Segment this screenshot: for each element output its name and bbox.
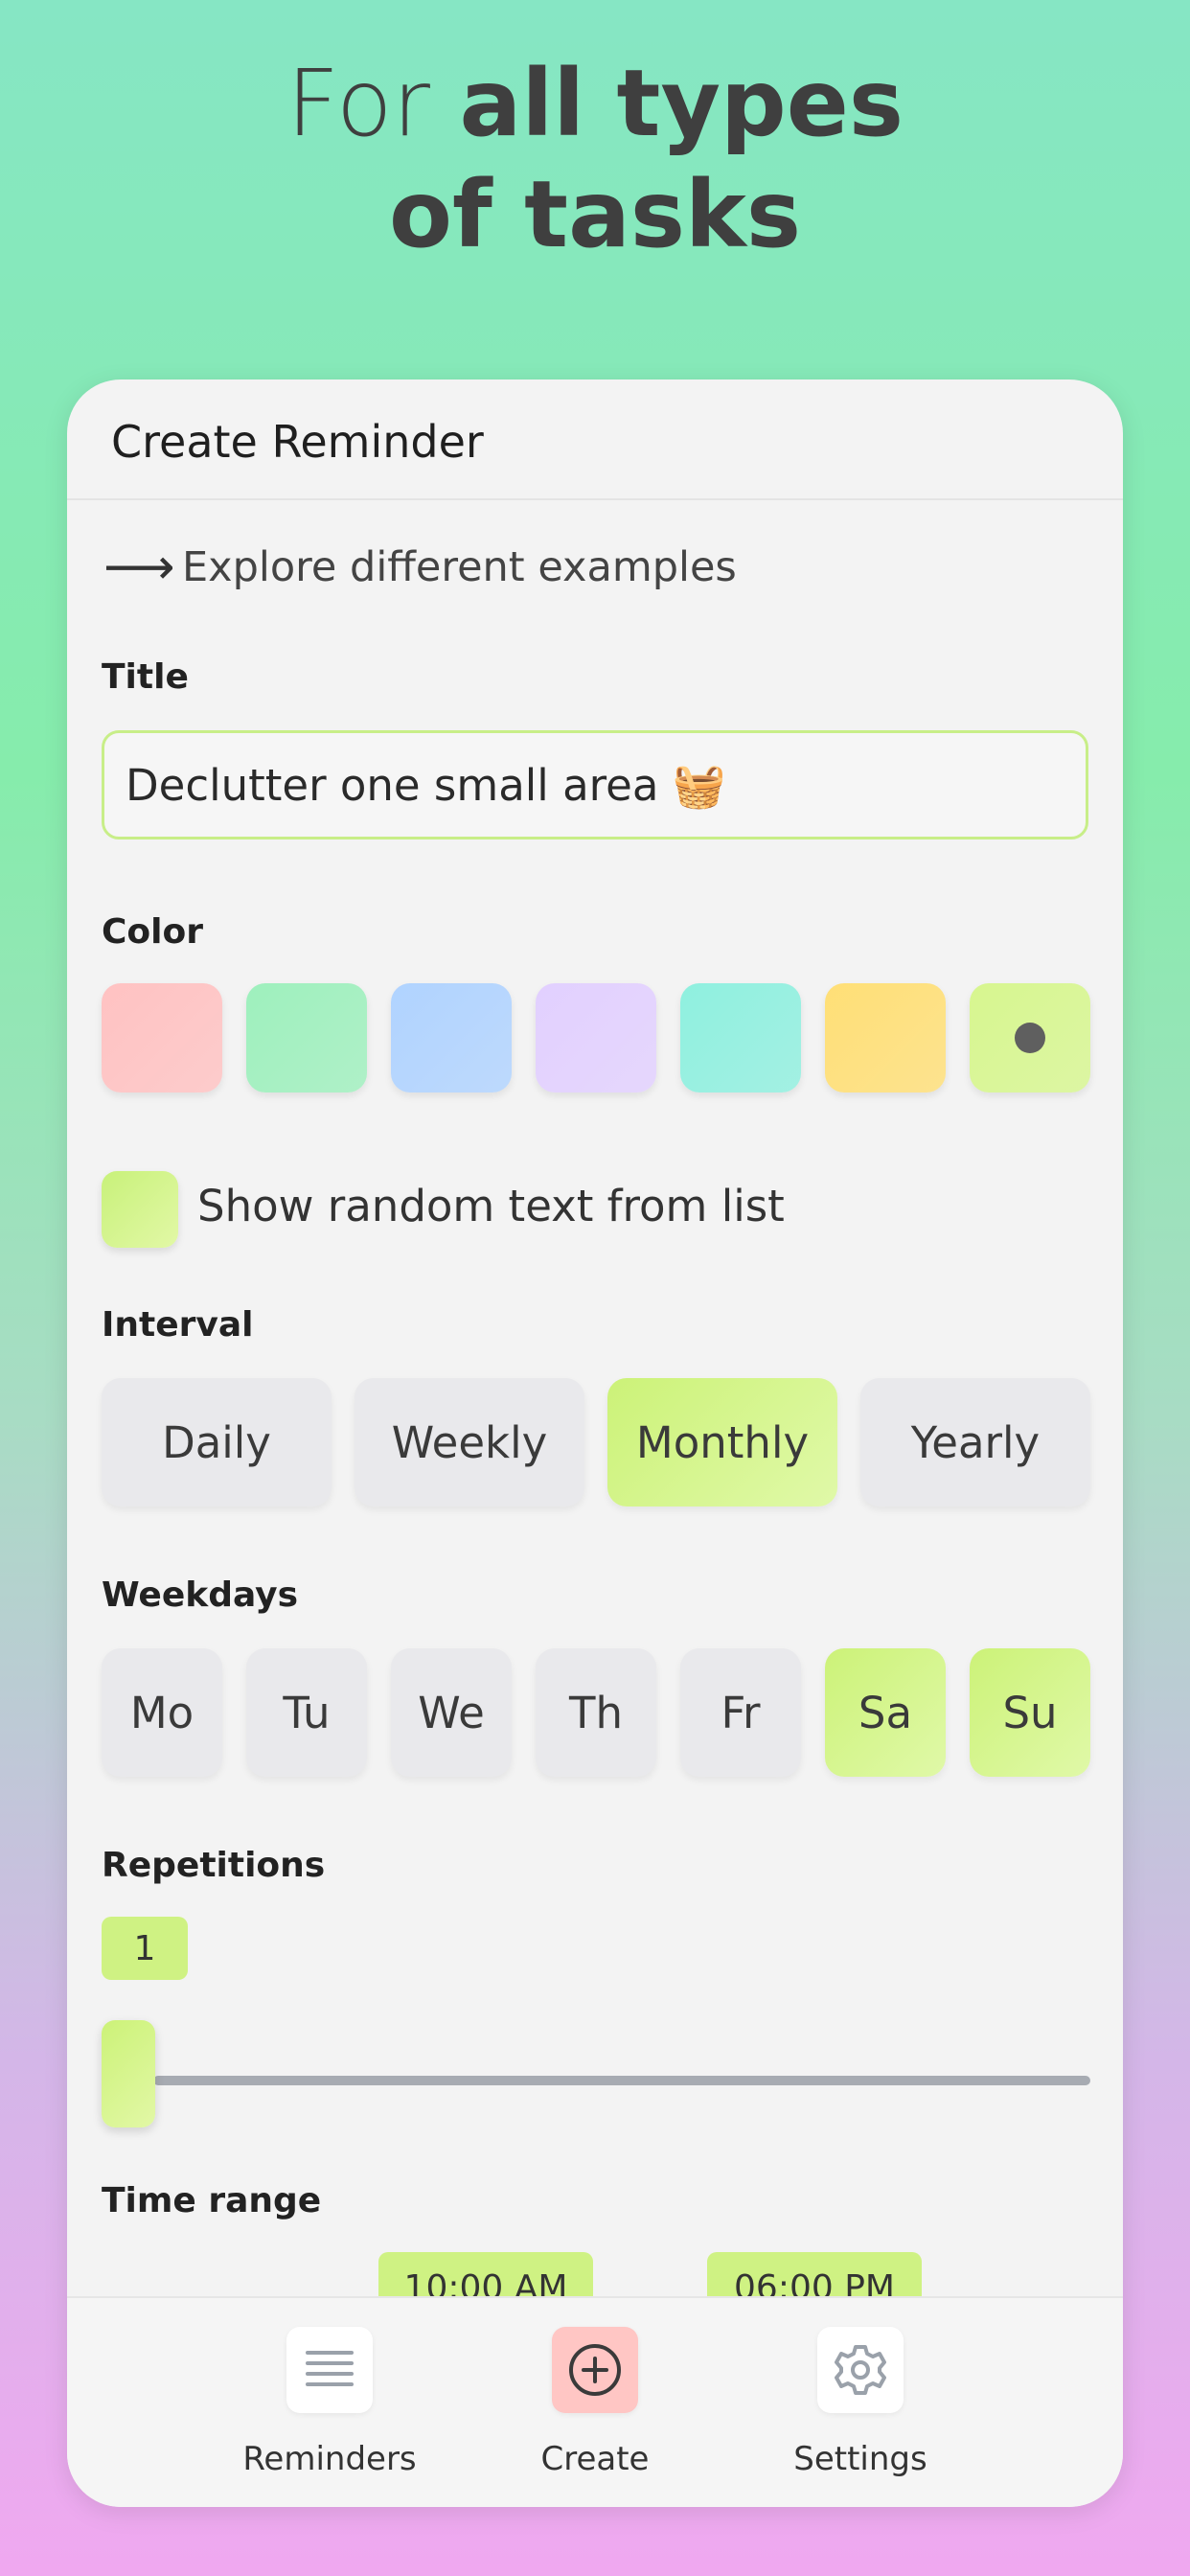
tab-reminders[interactable]: Reminders [224, 2327, 435, 2490]
weekday-sa[interactable]: Sa [825, 1648, 946, 1777]
gear-icon [817, 2327, 904, 2413]
explore-examples-label: Explore different examples [182, 543, 737, 591]
hero-heading: For all types of tasks [0, 48, 1190, 270]
weekday-we[interactable]: We [391, 1648, 512, 1777]
weekday-fr[interactable]: Fr [680, 1648, 801, 1777]
plus-circle-icon [552, 2327, 638, 2413]
weekday-su[interactable]: Su [970, 1648, 1090, 1777]
selected-dot-icon [1015, 1023, 1045, 1053]
page-title: Create Reminder [111, 416, 484, 468]
arrow-right-icon: ⟶ [103, 539, 175, 596]
color-swatch-green[interactable] [246, 983, 367, 1092]
color-swatch-yellow[interactable] [825, 983, 946, 1092]
time-range-label: Time range [102, 2181, 322, 2220]
repetitions-value-badge: 1 [102, 1917, 188, 1980]
weekday-tu[interactable]: Tu [246, 1648, 367, 1777]
tab-create-label: Create [540, 2440, 650, 2478]
color-swatch-blue[interactable] [391, 983, 512, 1092]
title-input-value: Declutter one small area [126, 759, 659, 811]
interval-daily[interactable]: Daily [102, 1378, 332, 1506]
hero-line-1: For all types [0, 48, 1190, 159]
random-text-label: Show random text from list [197, 1181, 785, 1231]
card-header: Create Reminder [67, 380, 1123, 500]
color-label: Color [102, 912, 203, 952]
color-swatch-purple[interactable] [536, 983, 656, 1092]
bottom-tab-bar: Reminders Create Settings [67, 2296, 1123, 2507]
weekday-mo[interactable]: Mo [102, 1648, 222, 1777]
hero-line-2: of tasks [389, 161, 801, 268]
title-input[interactable]: Declutter one small area 🧺 [102, 730, 1088, 840]
interval-yearly[interactable]: Yearly [860, 1378, 1090, 1506]
tab-settings-label: Settings [793, 2440, 927, 2478]
interval-label: Interval [102, 1305, 254, 1345]
create-reminder-card: Create Reminder ⟶ Explore different exam… [67, 380, 1123, 2507]
interval-monthly[interactable]: Monthly [607, 1378, 837, 1506]
basket-emoji: 🧺 [672, 759, 726, 811]
color-swatch-lime[interactable] [970, 983, 1090, 1092]
repetitions-slider-thumb[interactable] [102, 2020, 155, 2128]
color-swatch-teal[interactable] [680, 983, 801, 1092]
list-icon [286, 2327, 373, 2413]
tab-reminders-label: Reminders [242, 2440, 417, 2478]
tab-create[interactable]: Create [490, 2327, 700, 2490]
interval-weekly[interactable]: Weekly [355, 1378, 584, 1506]
explore-examples-link[interactable]: ⟶ Explore different examples [103, 539, 737, 596]
hero-bold-text: all types [459, 50, 904, 157]
repetitions-label: Repetitions [102, 1846, 326, 1885]
color-swatch-red[interactable] [102, 983, 222, 1092]
hero-light-text: For [286, 50, 460, 157]
title-label: Title [102, 657, 189, 697]
repetitions-slider-track[interactable] [153, 2076, 1090, 2085]
tab-settings[interactable]: Settings [755, 2327, 966, 2490]
weekdays-label: Weekdays [102, 1576, 299, 1615]
color-swatches [102, 983, 1090, 1092]
weekday-th[interactable]: Th [536, 1648, 656, 1777]
random-text-checkbox[interactable] [102, 1171, 178, 1248]
